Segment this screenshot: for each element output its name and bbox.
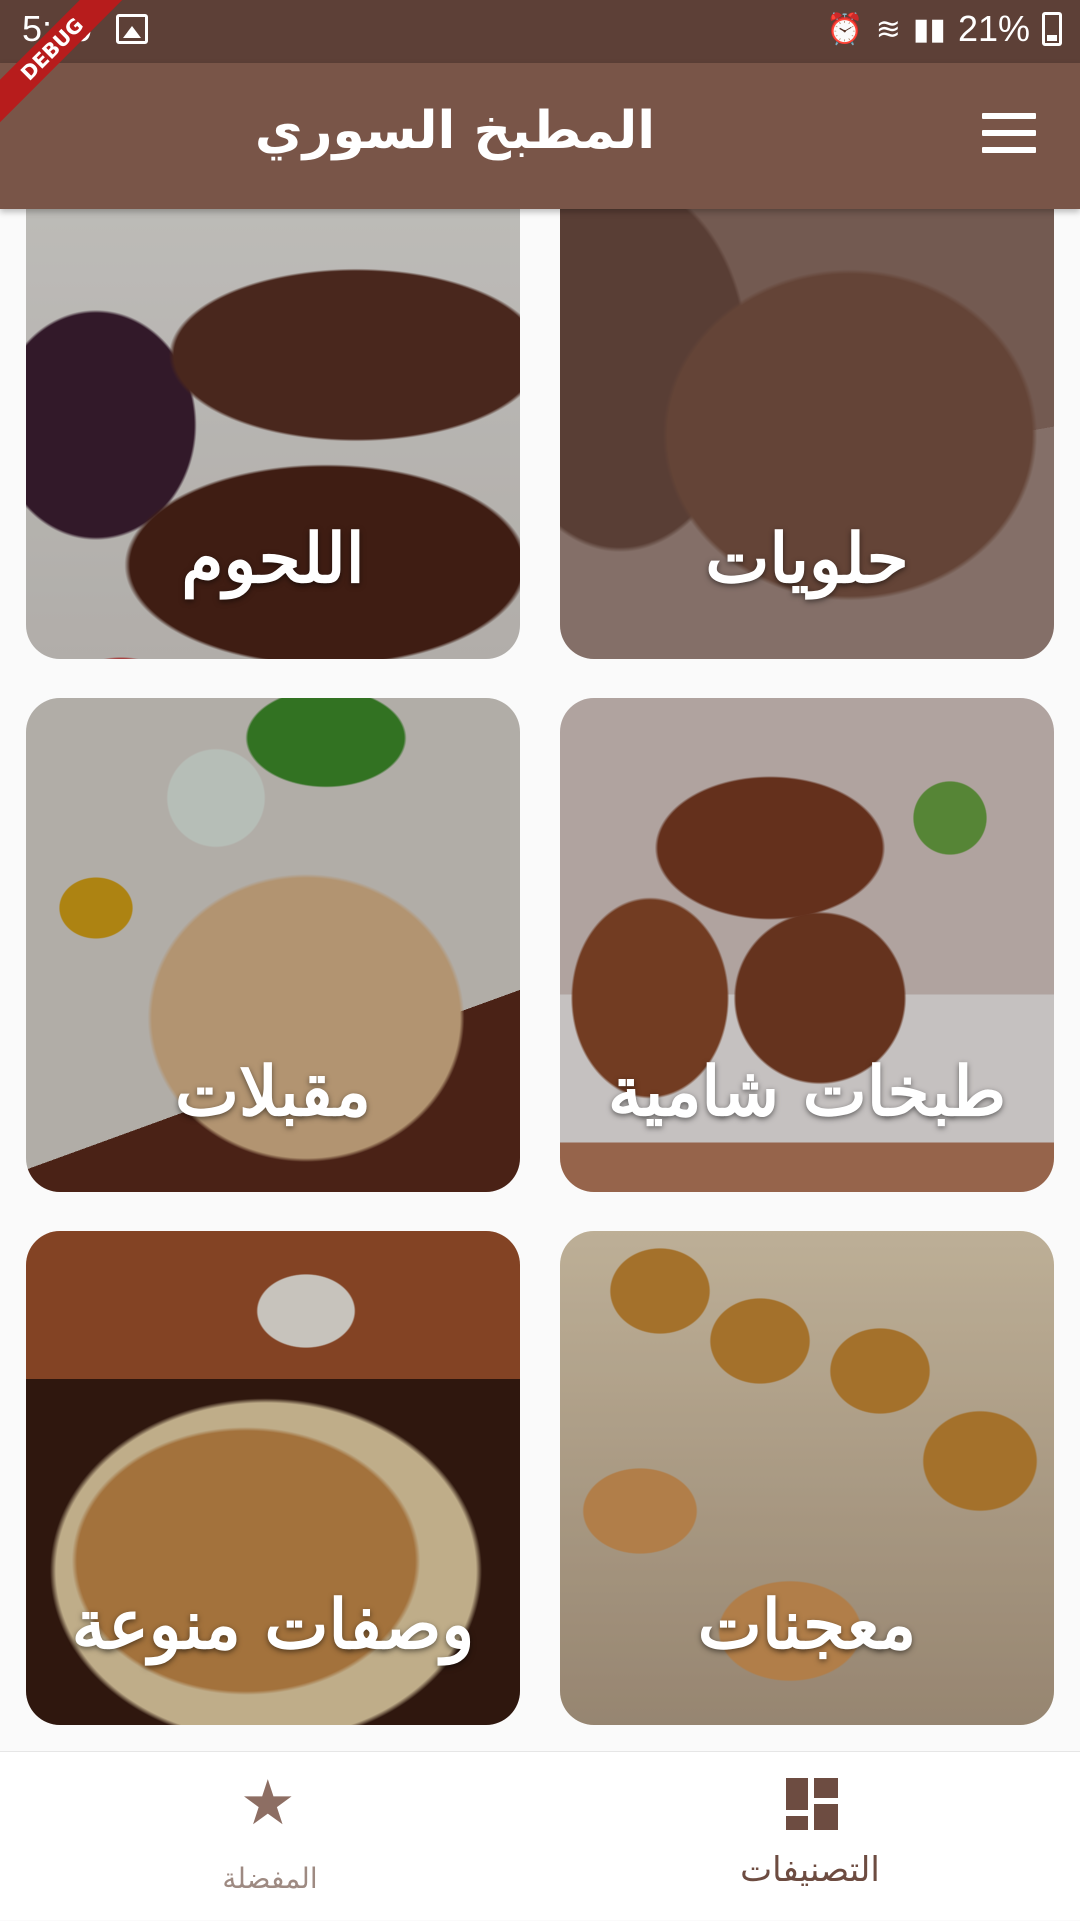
app-bar: المطبخ السوري [0,63,1080,209]
image-notification-icon [116,14,148,44]
nav-label-categories: التصنيفات [740,1850,880,1890]
category-tile-pastries[interactable]: معجنات [560,1231,1054,1725]
bottom-navigation: ★ المفضلة التصنيفات [0,1751,1080,1920]
star-icon: ★ [240,1766,296,1839]
battery-percent: 21% [957,8,1030,49]
category-tile-meat[interactable]: اللحوم [26,209,520,659]
status-bar: 5:40 ⏰ ≋ ▮▮ 21% [0,0,1080,63]
dashboard-icon [786,1778,838,1830]
nav-label-favorites: المفضلة [222,1862,318,1895]
category-grid: اللحوم حلويات مقبلات طبخات شامية وصفات م… [0,209,1080,1751]
menu-button[interactable] [982,113,1036,153]
menu-icon [982,113,1036,119]
category-tile-levantine-dishes[interactable]: طبخات شامية [560,698,1054,1192]
alarm-icon: ⏰ [826,12,864,46]
category-label: وصفات منوعة [71,1585,475,1665]
page-title: المطبخ السوري [254,101,656,161]
category-label: حلويات [705,519,909,599]
category-label: طبخات شامية [607,1052,1007,1132]
category-label: اللحوم [181,519,365,599]
category-tile-various-recipes[interactable]: وصفات منوعة [26,1231,520,1725]
wifi-icon: ≋ [875,12,901,46]
category-tile-appetizers[interactable]: مقبلات [26,698,520,1192]
nav-item-categories[interactable]: التصنيفات [540,1752,1080,1921]
nav-item-favorites[interactable]: ★ المفضلة [0,1752,540,1921]
status-icons: ⏰ ≋ ▮▮ 21% [826,8,1062,50]
battery-icon [1042,12,1062,46]
category-label: معجنات [697,1585,917,1665]
signal-icon: ▮▮ [912,12,946,46]
category-label: مقبلات [175,1052,371,1132]
category-tile-sweets[interactable]: حلويات [560,209,1054,659]
